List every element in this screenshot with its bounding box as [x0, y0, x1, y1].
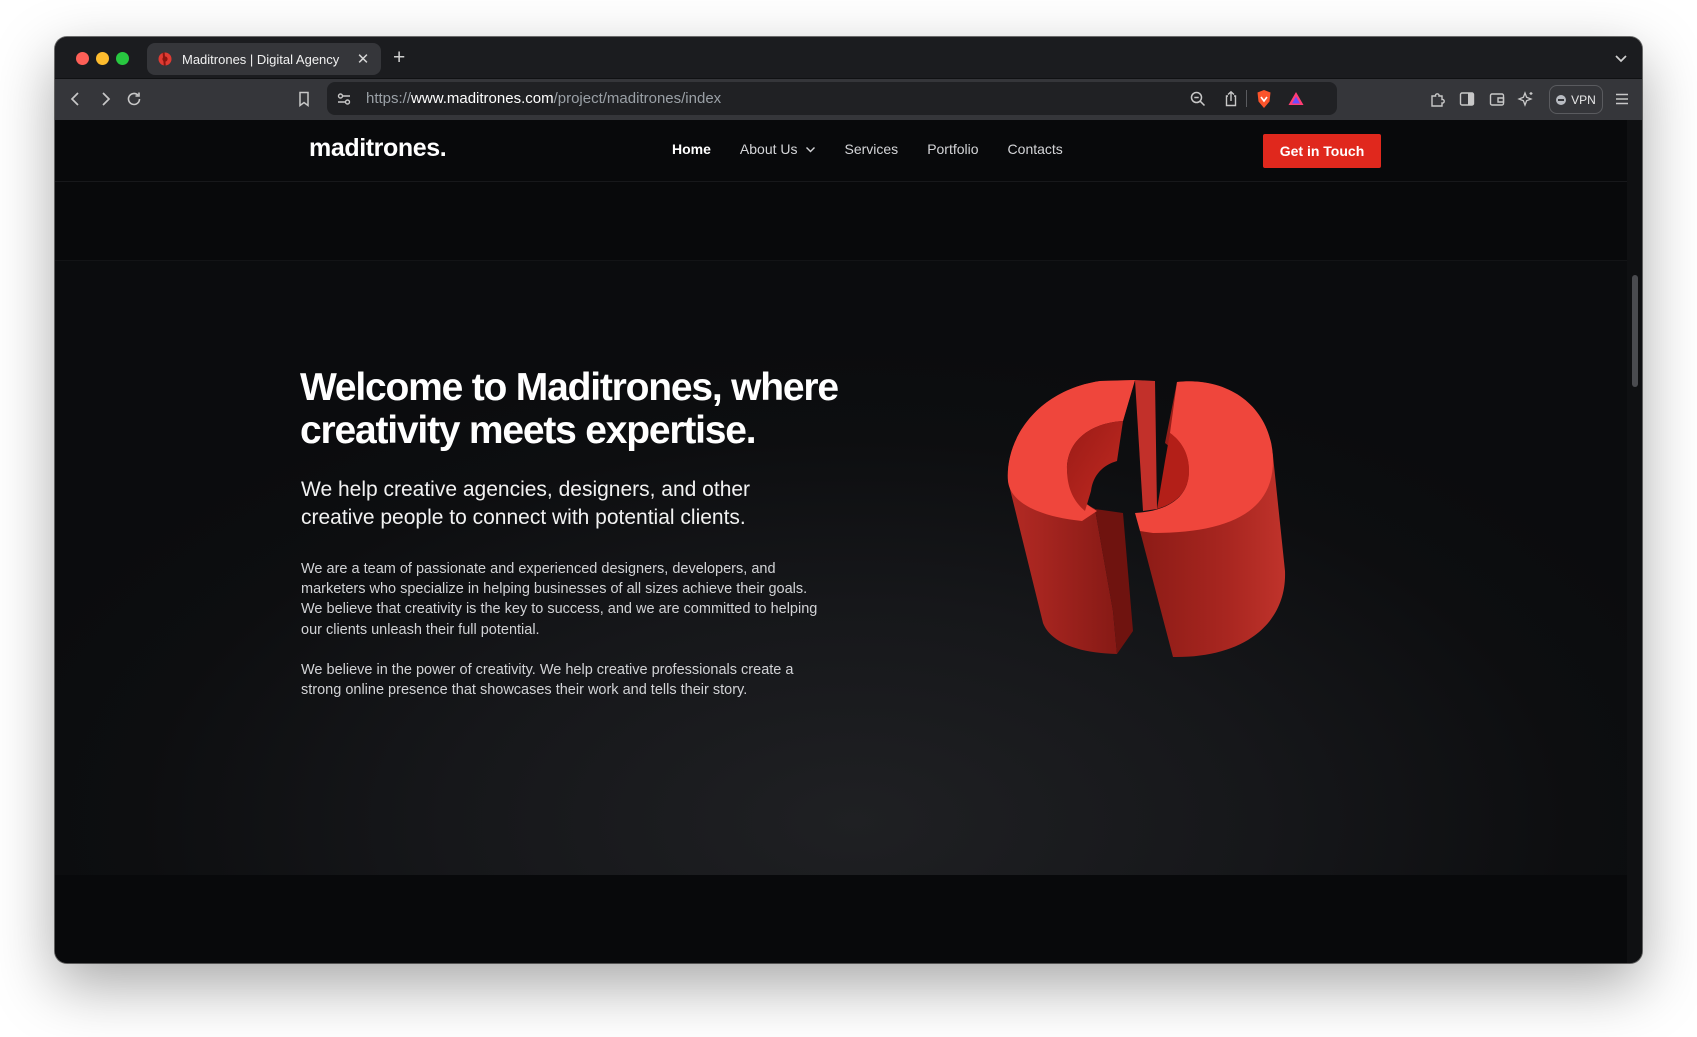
reload-icon[interactable] — [123, 88, 145, 110]
main-nav: Home About Us Services Portfolio Contact… — [672, 141, 1092, 157]
page-scrollbar[interactable] — [1627, 120, 1642, 963]
nav-item-label: Services — [844, 141, 899, 157]
minimize-window-button[interactable] — [96, 52, 109, 65]
nav-item-label: Home — [672, 141, 711, 157]
get-in-touch-button[interactable]: Get in Touch — [1263, 134, 1381, 168]
zoom-magnifier-icon[interactable] — [1187, 88, 1209, 110]
address-bar[interactable]: https://www.maditrones.com/project/madit… — [327, 82, 1337, 115]
site-settings-icon[interactable] — [333, 88, 355, 110]
browser-window: Maditrones | Digital Agency ✕ + https://… — [55, 37, 1642, 963]
url-text[interactable]: https://www.maditrones.com/project/madit… — [366, 90, 721, 107]
nav-item-home[interactable]: Home — [672, 141, 711, 157]
share-icon[interactable] — [1220, 88, 1242, 110]
forward-arrow-icon[interactable] — [94, 88, 116, 110]
url-path: /project/maditrones/index — [553, 90, 722, 107]
vpn-button[interactable]: VPN — [1549, 85, 1603, 114]
chevron-down-icon — [805, 146, 815, 152]
nav-item-contacts[interactable]: Contacts — [1008, 141, 1063, 157]
brave-shields-icon[interactable] — [1253, 88, 1275, 110]
browser-toolbar: https://www.maditrones.com/project/madit… — [55, 79, 1642, 120]
tab-list-chevron-icon[interactable] — [1612, 49, 1630, 67]
nav-item-about-us[interactable]: About Us — [740, 141, 816, 157]
new-tab-button[interactable]: + — [393, 45, 405, 71]
tab-title: Maditrones | Digital Agency — [182, 51, 340, 67]
page-viewport: maditrones. Home About Us Services Portf… — [55, 120, 1627, 963]
extensions-puzzle-icon[interactable] — [1427, 88, 1449, 110]
bookmark-icon[interactable] — [293, 88, 315, 110]
site-logo[interactable]: maditrones. — [309, 134, 447, 163]
nav-item-label: About Us — [739, 141, 798, 157]
red-3d-logo-mark-icon — [1007, 380, 1286, 658]
close-window-button[interactable] — [76, 52, 89, 65]
vpn-status-icon — [1556, 94, 1567, 105]
hero-paragraph-1: We are a team of passionate and experien… — [301, 561, 818, 638]
wallet-icon[interactable] — [1486, 88, 1508, 110]
tab-close-icon[interactable]: ✕ — [355, 50, 371, 68]
zoom-window-button[interactable] — [116, 52, 129, 65]
back-arrow-icon[interactable] — [65, 88, 87, 110]
hero-title: Welcome to Maditrones, where creativity m… — [300, 366, 860, 452]
leo-ai-sparkle-icon[interactable] — [1515, 88, 1537, 110]
nav-item-label: Portfolio — [927, 141, 979, 157]
vpn-label: VPN — [1571, 92, 1596, 107]
nav-item-portfolio[interactable]: Portfolio — [927, 141, 978, 157]
url-scheme: https:// — [366, 90, 412, 107]
address-bar-divider — [1246, 90, 1247, 107]
hero-title-line2: creativity meets expertise. — [300, 409, 757, 452]
tab-active[interactable]: Maditrones | Digital Agency ✕ — [147, 43, 381, 75]
sidebar-toggle-icon[interactable] — [1456, 88, 1478, 110]
hero-title-line1: Welcome to Maditrones, where — [300, 366, 839, 409]
hero-paragraph-2: We believe in the power of creativity. W… — [301, 662, 794, 699]
scrollbar-thumb[interactable] — [1632, 275, 1638, 387]
nav-item-label: Contacts — [1007, 141, 1063, 157]
hero-subtitle: We help creative agencies, designers, an… — [301, 478, 751, 529]
nav-item-services[interactable]: Services — [845, 141, 899, 157]
url-host: www.maditrones.com — [411, 90, 554, 107]
hero-section: Welcome to Maditrones, where creativity m… — [55, 260, 1627, 875]
tab-strip: Maditrones | Digital Agency ✕ + — [55, 37, 1642, 79]
menu-hamburger-icon[interactable] — [1611, 88, 1633, 110]
brave-rewards-icon[interactable] — [1285, 88, 1307, 110]
site-favicon-icon — [157, 51, 173, 67]
site-header: maditrones. Home About Us Services Portf… — [55, 120, 1627, 182]
